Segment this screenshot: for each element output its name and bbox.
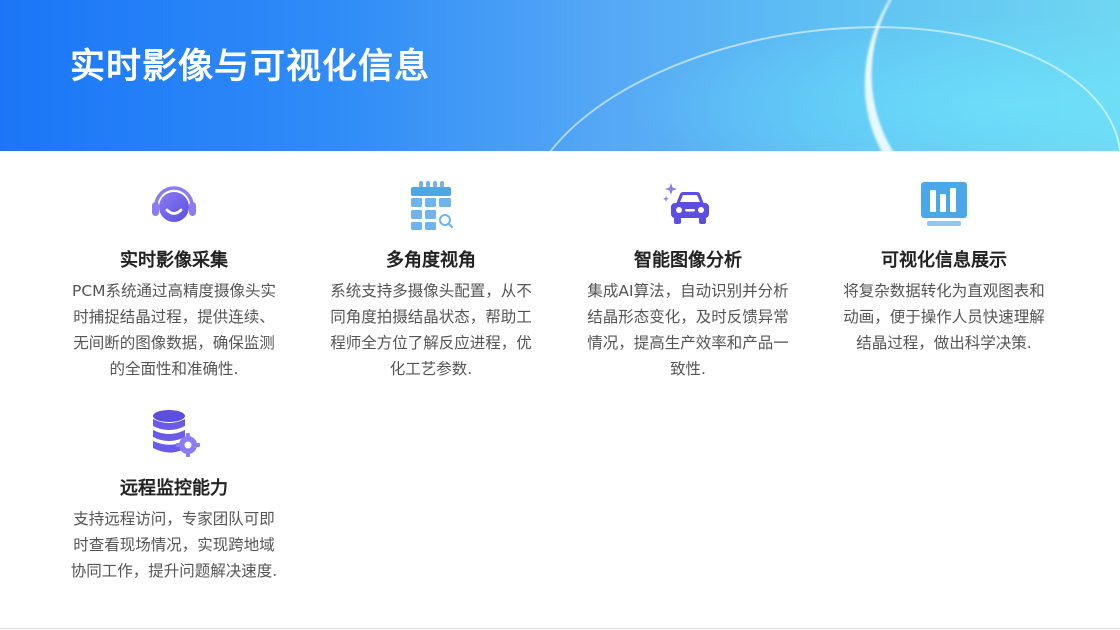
feature-description: 系统支持多摄像头配置，从不同角度拍摄结晶状态，帮助工程师全方位了解反应进程，优化… xyxy=(330,282,532,378)
feature-card-visualization: 可视化信息展示 将复杂数据转化为直观图表和动画，便于操作人员快速理解结晶过程，做… xyxy=(836,180,1052,356)
bottom-divider xyxy=(0,628,1120,629)
feature-card-remote-monitoring: 远程监控能力 支持远程访问，专家团队可即时查看现场情况，实现跨地域协同工作，提升… xyxy=(66,408,282,584)
feature-title: 实时影像采集 xyxy=(120,250,228,271)
feature-card-realtime-capture: 实时影像采集 PCM系统通过高精度摄像头实时捕捉结晶过程，提供连续、无间断的图像… xyxy=(66,180,282,382)
camera-grid-icon xyxy=(411,181,454,230)
feature-title: 多角度视角 xyxy=(386,250,476,271)
feature-description: PCM系统通过高精度摄像头实时捕捉结晶过程，提供连续、无间断的图像数据，确保监测… xyxy=(71,282,277,378)
header-banner: 实时影像与可视化信息 xyxy=(0,0,1120,151)
page-title: 实时影像与可视化信息 xyxy=(70,47,431,87)
feature-description: 集成AI算法，自动识别并分析结晶形态变化，及时反馈异常情况，提高生产效率和产品一… xyxy=(587,282,789,378)
feature-description: 支持远程访问，专家团队可即时查看现场情况，实现跨地域协同工作，提升问题解决速度. xyxy=(70,510,278,580)
feature-title: 智能图像分析 xyxy=(634,250,742,271)
feature-card-multi-angle: 多角度视角 系统支持多摄像头配置，从不同角度拍摄结晶状态，帮助工程师全方位了解反… xyxy=(323,180,539,382)
ai-car-icon xyxy=(663,183,709,224)
database-gear-icon xyxy=(153,410,200,457)
headset-icon xyxy=(152,186,196,222)
feature-title: 远程监控能力 xyxy=(120,478,228,499)
feature-description: 将复杂数据转化为直观图表和动画，便于操作人员快速理解结晶过程，做出科学决策. xyxy=(843,282,1045,352)
feature-card-ai-analysis: 智能图像分析 集成AI算法，自动识别并分析结晶形态变化，及时反馈异常情况，提高生… xyxy=(580,180,796,382)
feature-title: 可视化信息展示 xyxy=(881,250,1007,271)
monitor-chart-icon xyxy=(921,182,967,226)
